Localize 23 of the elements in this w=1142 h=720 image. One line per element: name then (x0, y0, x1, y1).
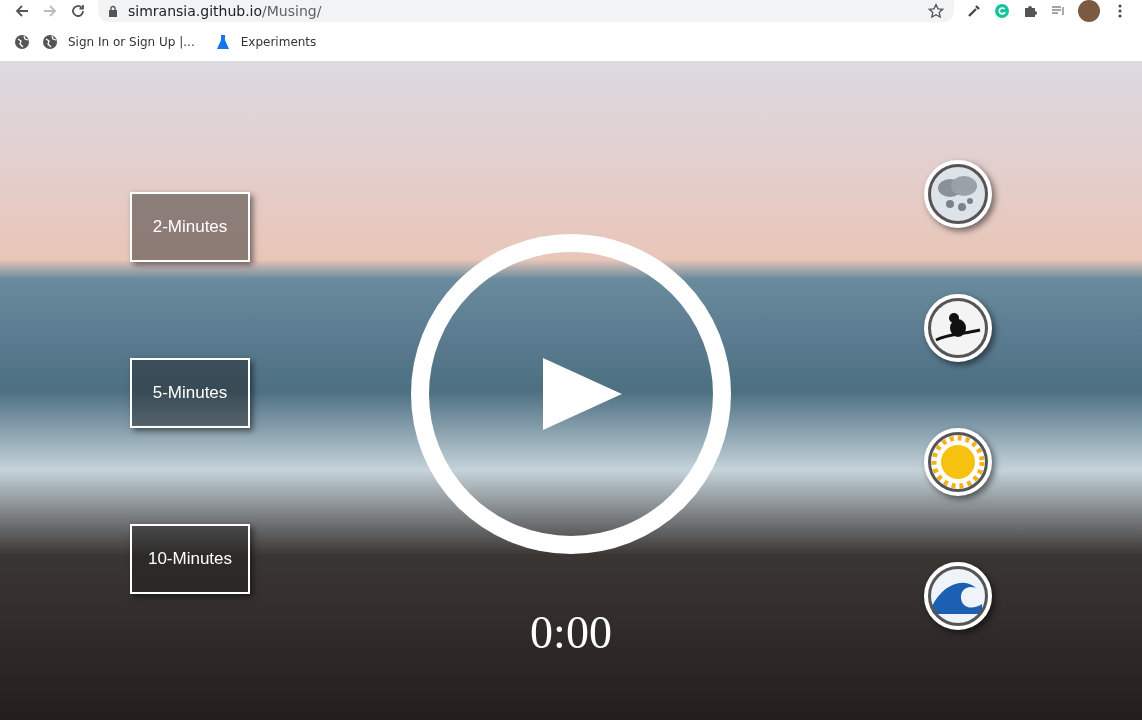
url-text: simransia.github.io/Musing/ (128, 3, 323, 19)
avatar[interactable] (1078, 0, 1100, 22)
wave-sound-button[interactable] (924, 562, 992, 630)
puzzle-icon[interactable] (1022, 3, 1038, 19)
bird-sound-button[interactable] (924, 294, 992, 362)
lock-icon (108, 5, 118, 17)
play-button[interactable] (411, 234, 731, 554)
reload-icon[interactable] (70, 3, 86, 19)
sun-sound-button[interactable] (924, 428, 992, 496)
timer-text: 0:00 (530, 606, 612, 659)
bookmark-link[interactable]: Sign In or Sign Up |... (42, 33, 195, 50)
globe-icon[interactable] (14, 33, 30, 50)
globe-icon (42, 33, 58, 50)
back-icon[interactable] (14, 3, 30, 19)
bookmark-link[interactable]: Experiments (214, 33, 317, 50)
star-icon[interactable] (928, 3, 944, 19)
duration-button[interactable]: 5-Minutes (130, 358, 250, 428)
eyedropper-icon[interactable] (966, 3, 982, 19)
duration-button[interactable]: 10-Minutes (130, 524, 250, 594)
flask-icon (214, 33, 231, 50)
rain-sound-button[interactable] (924, 160, 992, 228)
duration-button[interactable]: 2-Minutes (130, 192, 250, 262)
address-bar[interactable]: simransia.github.io/Musing/ (98, 0, 954, 22)
